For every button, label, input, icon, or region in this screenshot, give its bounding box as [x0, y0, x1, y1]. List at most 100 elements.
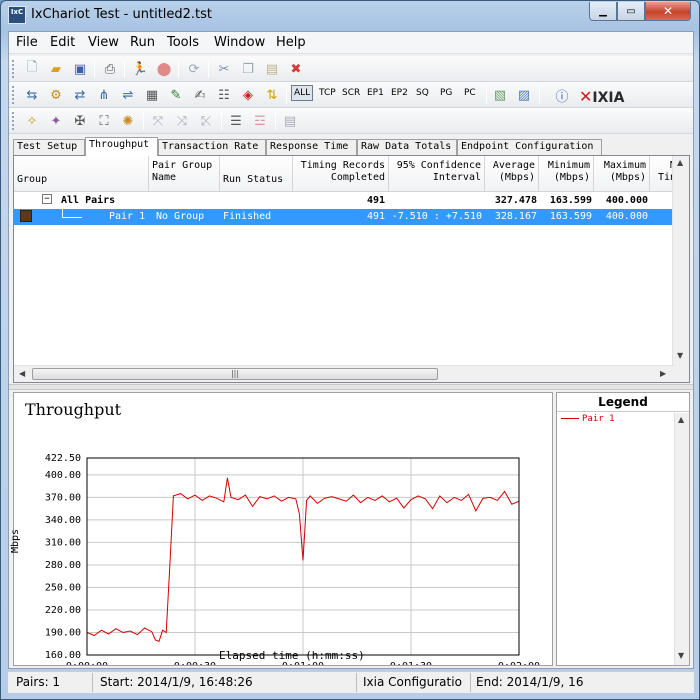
- filter-pg-button[interactable]: PG: [440, 88, 452, 98]
- close-button[interactable]: ✕: [645, 2, 691, 21]
- save-icon[interactable]: ▣: [71, 60, 89, 78]
- cut-icon[interactable]: ✂: [215, 60, 233, 78]
- tab-endpoint-configuration[interactable]: Endpoint Configuration: [457, 139, 602, 155]
- menu-tools[interactable]: Tools: [167, 35, 199, 50]
- filter-sq-button[interactable]: SQ: [416, 88, 429, 98]
- tab-throughput[interactable]: Throughput: [85, 137, 158, 156]
- status-divider: [470, 673, 471, 692]
- filter-all-button[interactable]: ALL: [291, 85, 314, 101]
- info-icon[interactable]: ⓘ: [553, 86, 571, 105]
- table-row-pair-1[interactable]: Pair 1 No Group Finished 491 -7.510 : +7…: [14, 208, 689, 225]
- pair-network-icon[interactable]: ⋔: [95, 86, 113, 104]
- status-pairs: Pairs: 1: [16, 675, 61, 689]
- legend-title: Legend: [557, 394, 689, 412]
- level-icon[interactable]: ⇅: [263, 86, 281, 104]
- scroll-left-icon[interactable]: ◀: [19, 369, 25, 378]
- report-icon[interactable]: ✧: [23, 112, 41, 130]
- export-icon[interactable]: ▧: [491, 86, 509, 104]
- grid-vertical-scrollbar[interactable]: ▲ ▼: [672, 156, 689, 382]
- toolbar-grip[interactable]: [12, 112, 15, 130]
- cell-group: All Pairs: [61, 195, 116, 206]
- menu-view[interactable]: View: [88, 35, 119, 50]
- grid-horizontal-scrollbar[interactable]: ◀ ||| ▶: [14, 365, 674, 382]
- column-header-pair-group-name[interactable]: Pair Group Name: [149, 156, 220, 192]
- toolbar-separator: [486, 86, 487, 104]
- edit-pair-icon[interactable]: ⇄: [71, 86, 89, 104]
- minimize-button[interactable]: ▁: [589, 2, 617, 21]
- new-file-icon[interactable]: 🗋: [23, 60, 41, 78]
- tools-icon[interactable]: ✠: [71, 112, 89, 130]
- sort-icon[interactable]: ⤪: [197, 112, 215, 130]
- filter-scr-button[interactable]: SCR: [342, 88, 360, 98]
- stop-icon[interactable]: ⬤: [155, 60, 173, 78]
- toolbar-grip[interactable]: [12, 86, 15, 104]
- network-icon[interactable]: ⛶: [95, 112, 113, 130]
- open-folder-icon[interactable]: ▰: [47, 60, 65, 78]
- save-results-icon[interactable]: ▨: [515, 86, 533, 104]
- multicast-icon[interactable]: ◈: [239, 86, 257, 104]
- cell-pair-group-name: No Group: [156, 211, 205, 222]
- table-row-all-pairs[interactable]: − All Pairs 491 327.478 163.599 400.000: [14, 193, 689, 209]
- column-header-run-status[interactable]: Run Status: [220, 156, 293, 192]
- column-header-maximum[interactable]: Maximum (Mbps): [594, 156, 650, 192]
- scroll-down-icon[interactable]: ▼: [678, 651, 684, 660]
- filter-pc-button[interactable]: PC: [464, 88, 476, 98]
- cell-average: 327.478: [494, 195, 537, 206]
- column-header-minimum[interactable]: Minimum (Mbps): [539, 156, 594, 192]
- refresh-icon[interactable]: ⟳: [185, 60, 203, 78]
- ungroup-icon[interactable]: ☲: [251, 112, 269, 130]
- column-header-average[interactable]: Average (Mbps): [485, 156, 539, 192]
- collapse-toggle-icon[interactable]: −: [42, 194, 52, 204]
- scroll-up-icon[interactable]: ▲: [677, 158, 683, 167]
- filter-tcp-button[interactable]: TCP: [319, 88, 336, 98]
- tab-response-time[interactable]: Response Time: [266, 139, 357, 155]
- column-header-timing-records[interactable]: Timing Records Completed: [293, 156, 389, 192]
- menu-file[interactable]: File: [16, 35, 38, 50]
- app-window: IxC IxChariot Test - untitled2.tst ▁ ▭ ✕…: [0, 0, 700, 700]
- y-tick-label: 220.00: [45, 605, 81, 616]
- legend-panel: Legend Pair 1 ▲ ▼: [556, 392, 690, 666]
- panel-splitter[interactable]: [9, 384, 693, 390]
- tab-test-setup[interactable]: Test Setup: [13, 139, 85, 155]
- add-multicast-icon[interactable]: ⚙: [47, 86, 65, 104]
- filter-ep1-button[interactable]: EP1: [367, 88, 384, 98]
- scroll-right-icon[interactable]: ▶: [660, 369, 666, 378]
- collapse-icon[interactable]: ⤨: [173, 112, 191, 130]
- hardware-icon[interactable]: ▦: [143, 86, 161, 104]
- properties-icon[interactable]: ▤: [281, 112, 299, 130]
- script-icon[interactable]: ✍: [191, 86, 209, 104]
- title-bar[interactable]: IxC IxChariot Test - untitled2.tst ▁ ▭ ✕: [1, 1, 699, 31]
- paste-icon[interactable]: ▤: [263, 60, 281, 78]
- toolbar-grip[interactable]: [12, 60, 15, 78]
- copy-icon[interactable]: ❐: [239, 60, 257, 78]
- legend-scrollbar[interactable]: ▲ ▼: [674, 413, 689, 665]
- chart-icon[interactable]: ✺: [119, 112, 137, 130]
- scroll-down-icon[interactable]: ▼: [677, 351, 683, 360]
- magic-icon[interactable]: ✦: [47, 112, 65, 130]
- tab-transaction-rate[interactable]: Transaction Rate: [158, 139, 266, 155]
- chart-x-axis-label: Elapsed time (h:mm:ss): [219, 649, 365, 662]
- toolbar-separator: [178, 60, 179, 78]
- menu-window[interactable]: Window: [214, 35, 265, 50]
- delete-icon[interactable]: ✖: [287, 60, 305, 78]
- scroll-up-icon[interactable]: ▲: [678, 415, 684, 424]
- filter-ep2-button[interactable]: EP2: [391, 88, 408, 98]
- options-icon[interactable]: ☷: [215, 86, 233, 104]
- legend-item-pair-1[interactable]: Pair 1: [561, 414, 615, 424]
- menu-run[interactable]: Run: [130, 35, 155, 50]
- menu-help[interactable]: Help: [276, 35, 306, 50]
- tab-raw-data-totals[interactable]: Raw Data Totals: [357, 139, 457, 155]
- print-icon[interactable]: ⎙: [101, 60, 119, 78]
- edit-script-icon[interactable]: ✎: [167, 86, 185, 104]
- scroll-thumb[interactable]: |||: [32, 368, 438, 380]
- column-header-group[interactable]: Group: [14, 156, 149, 192]
- maximize-button[interactable]: ▭: [617, 2, 645, 21]
- add-pair-icon[interactable]: ⇆: [23, 86, 41, 104]
- column-header-confidence[interactable]: 95% Confidence Interval: [389, 156, 485, 192]
- throughput-chart: 160.00 190.00 220.00 250.00 280.00 310.00 340.…: [10, 392, 553, 666]
- run-icon[interactable]: 🏃: [131, 60, 149, 78]
- expand-icon[interactable]: ⤧: [149, 112, 167, 130]
- menu-edit[interactable]: Edit: [50, 35, 75, 50]
- group-icon[interactable]: ☰: [227, 112, 245, 130]
- endpoint-icon[interactable]: ⇌: [119, 86, 137, 104]
